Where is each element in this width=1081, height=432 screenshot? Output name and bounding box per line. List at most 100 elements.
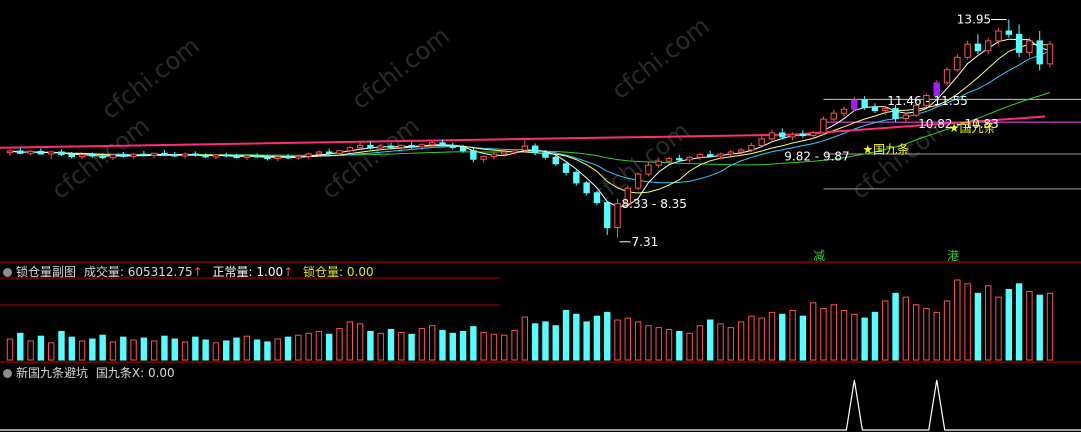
volume-bar bbox=[140, 337, 148, 361]
volume-bar bbox=[748, 315, 755, 361]
volume-bar bbox=[614, 319, 621, 361]
volume-bar bbox=[439, 329, 446, 361]
normal-volume-value: 1.00 bbox=[256, 265, 284, 279]
volume-bar bbox=[768, 311, 776, 361]
volume-bar bbox=[346, 321, 354, 361]
volume-bar bbox=[428, 325, 436, 361]
volume-bar bbox=[985, 285, 992, 361]
watermark-text: cfchi.com bbox=[316, 111, 424, 204]
volume-bar bbox=[130, 339, 137, 361]
candle-body bbox=[686, 156, 693, 161]
volume-bar bbox=[604, 311, 611, 361]
volume-panel[interactable] bbox=[0, 279, 1054, 361]
candle-body bbox=[99, 155, 106, 159]
volume-bar bbox=[542, 321, 549, 361]
panel-menu-icon[interactable] bbox=[3, 268, 12, 277]
candle-body bbox=[264, 156, 271, 160]
candle-body bbox=[274, 156, 281, 160]
candle-body bbox=[871, 106, 879, 112]
event-marker: 港 bbox=[947, 249, 959, 263]
signal-line bbox=[0, 379, 1081, 431]
volume-bar bbox=[696, 325, 704, 361]
volume-bar bbox=[645, 325, 652, 361]
candle-body bbox=[902, 114, 910, 119]
volume-bar bbox=[449, 332, 456, 361]
candle-body bbox=[985, 40, 992, 52]
candle-body bbox=[171, 154, 178, 157]
volume-bar bbox=[58, 330, 65, 361]
signal-panel-name: 新国九条避坑 bbox=[16, 366, 89, 380]
candle-body bbox=[645, 164, 652, 175]
range-label: 8.33 - 8.35 bbox=[622, 197, 687, 211]
candle-body bbox=[326, 151, 333, 154]
candle-body bbox=[1036, 40, 1043, 65]
volume-bar bbox=[243, 335, 251, 361]
candle-body bbox=[490, 153, 498, 158]
volume-bar bbox=[326, 333, 333, 361]
volume-bar bbox=[47, 342, 55, 361]
candle-body bbox=[706, 154, 714, 157]
volume-bar bbox=[882, 300, 889, 361]
volume-bar bbox=[830, 304, 837, 361]
volume-bar bbox=[470, 326, 477, 361]
candle-body bbox=[779, 132, 786, 138]
volume-bar bbox=[902, 296, 910, 361]
candle-body bbox=[501, 151, 508, 155]
volume-bar bbox=[954, 279, 961, 361]
candle-body bbox=[89, 154, 96, 157]
volume-bar bbox=[377, 332, 384, 361]
candle-body bbox=[665, 158, 673, 162]
candle-body bbox=[542, 152, 549, 158]
volume-bar bbox=[274, 338, 281, 361]
candle-body bbox=[68, 154, 75, 158]
candle-body bbox=[861, 99, 868, 108]
panel-menu-icon[interactable] bbox=[3, 369, 12, 378]
volume-bar bbox=[181, 341, 189, 361]
signal-panel[interactable] bbox=[0, 379, 1081, 431]
candle-body bbox=[851, 99, 858, 110]
candle-body bbox=[696, 154, 704, 158]
volume-bar bbox=[490, 333, 498, 361]
volume-bar bbox=[521, 316, 529, 361]
volume-bar bbox=[686, 332, 693, 361]
volume-bar bbox=[923, 308, 930, 361]
candle-body bbox=[377, 145, 384, 149]
candle-body bbox=[604, 202, 611, 229]
candle-body bbox=[820, 118, 827, 134]
lock-volume-label: 锁仓量 bbox=[303, 265, 340, 279]
candle-body bbox=[809, 132, 817, 137]
candle-body bbox=[6, 150, 14, 154]
candle-body bbox=[511, 149, 518, 153]
signal-label: ★国九条 bbox=[949, 121, 996, 135]
volume-bar bbox=[480, 331, 487, 361]
volume-bar bbox=[295, 334, 302, 361]
candle-body bbox=[768, 132, 776, 140]
volume-bar bbox=[861, 317, 868, 361]
normal-volume-arrow: ↑ bbox=[283, 265, 294, 279]
volume-label: 成交量 bbox=[83, 265, 120, 279]
candle-body bbox=[1005, 30, 1013, 35]
volume-bar bbox=[109, 341, 117, 361]
candle-body bbox=[995, 30, 1002, 42]
volume-bar bbox=[706, 319, 714, 361]
watermark-text: cfchi.com bbox=[96, 31, 204, 124]
volume-bar bbox=[573, 313, 580, 361]
candle-body bbox=[367, 144, 374, 149]
volume-bar bbox=[68, 336, 75, 361]
candle-body bbox=[531, 145, 539, 154]
volume-bar bbox=[562, 309, 570, 361]
candle-body bbox=[830, 112, 837, 120]
volume-bar bbox=[1026, 290, 1033, 361]
candle-body bbox=[336, 150, 343, 154]
volume-bar bbox=[459, 330, 467, 361]
candle-body bbox=[37, 150, 45, 155]
volume-bar bbox=[192, 336, 199, 361]
signal-label: 国九条X bbox=[95, 366, 141, 380]
volume-bar bbox=[17, 332, 24, 361]
main-price-panel[interactable]: cfchi.com cfchi.com cfchi.com cfchi.comcfch… bbox=[0, 11, 1081, 279]
candle-body bbox=[120, 154, 127, 157]
candle-body bbox=[428, 142, 436, 146]
volume-bar bbox=[418, 328, 426, 361]
volume-bar bbox=[223, 340, 230, 361]
volume-bar bbox=[655, 327, 662, 361]
